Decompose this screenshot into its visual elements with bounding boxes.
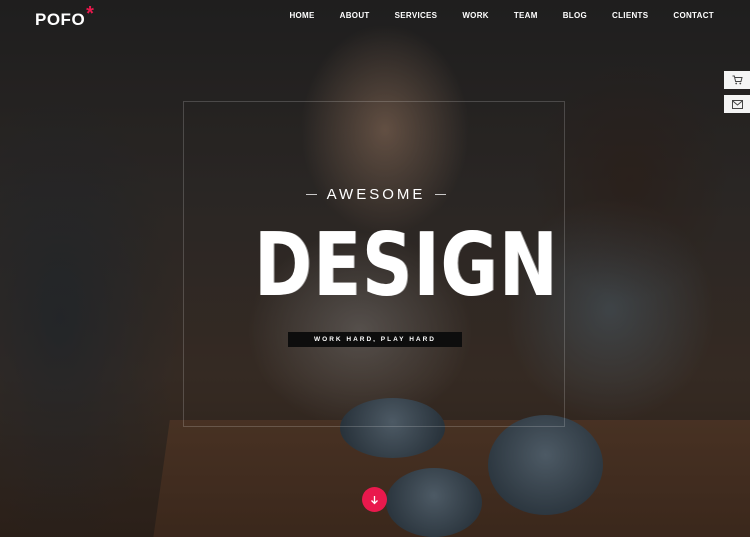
scroll-down-button[interactable] <box>362 487 387 512</box>
hero-headline: DESIGN <box>254 213 559 316</box>
nav-item-work[interactable]: WORK <box>462 11 489 20</box>
eyebrow-line-left <box>306 194 317 195</box>
nav-item-home[interactable]: HOME <box>289 11 314 20</box>
mail-icon <box>731 99 743 109</box>
cart-button[interactable] <box>724 71 750 89</box>
nav-item-blog[interactable]: BLOG <box>563 11 587 20</box>
nav-item-clients[interactable]: CLIENTS <box>612 11 648 20</box>
nav-item-about[interactable]: ABOUT <box>340 11 370 20</box>
eyebrow-text: AWESOME <box>326 186 426 203</box>
nav-item-team[interactable]: TEAM <box>514 11 538 20</box>
eyebrow-line-right <box>435 194 446 195</box>
nav-item-services[interactable]: SERVICES <box>395 11 438 20</box>
top-navigation: POFO* HOME ABOUT SERVICES WORK TEAM BLOG… <box>0 0 750 32</box>
cart-icon <box>732 75 743 85</box>
mail-button[interactable] <box>724 95 750 113</box>
eyebrow: AWESOME <box>306 186 446 203</box>
nav-item-contact[interactable]: CONTACT <box>673 11 714 20</box>
logo[interactable]: POFO* <box>35 3 94 31</box>
logo-star: * <box>86 3 95 25</box>
hero-tagline: WORK HARD, PLAY HARD <box>288 332 462 347</box>
arrow-down-icon <box>371 495 378 504</box>
logo-text: POFO <box>35 10 86 29</box>
hero-section: POFO* HOME ABOUT SERVICES WORK TEAM BLOG… <box>0 0 750 537</box>
main-menu: HOME ABOUT SERVICES WORK TEAM BLOG CLIEN… <box>264 11 714 20</box>
